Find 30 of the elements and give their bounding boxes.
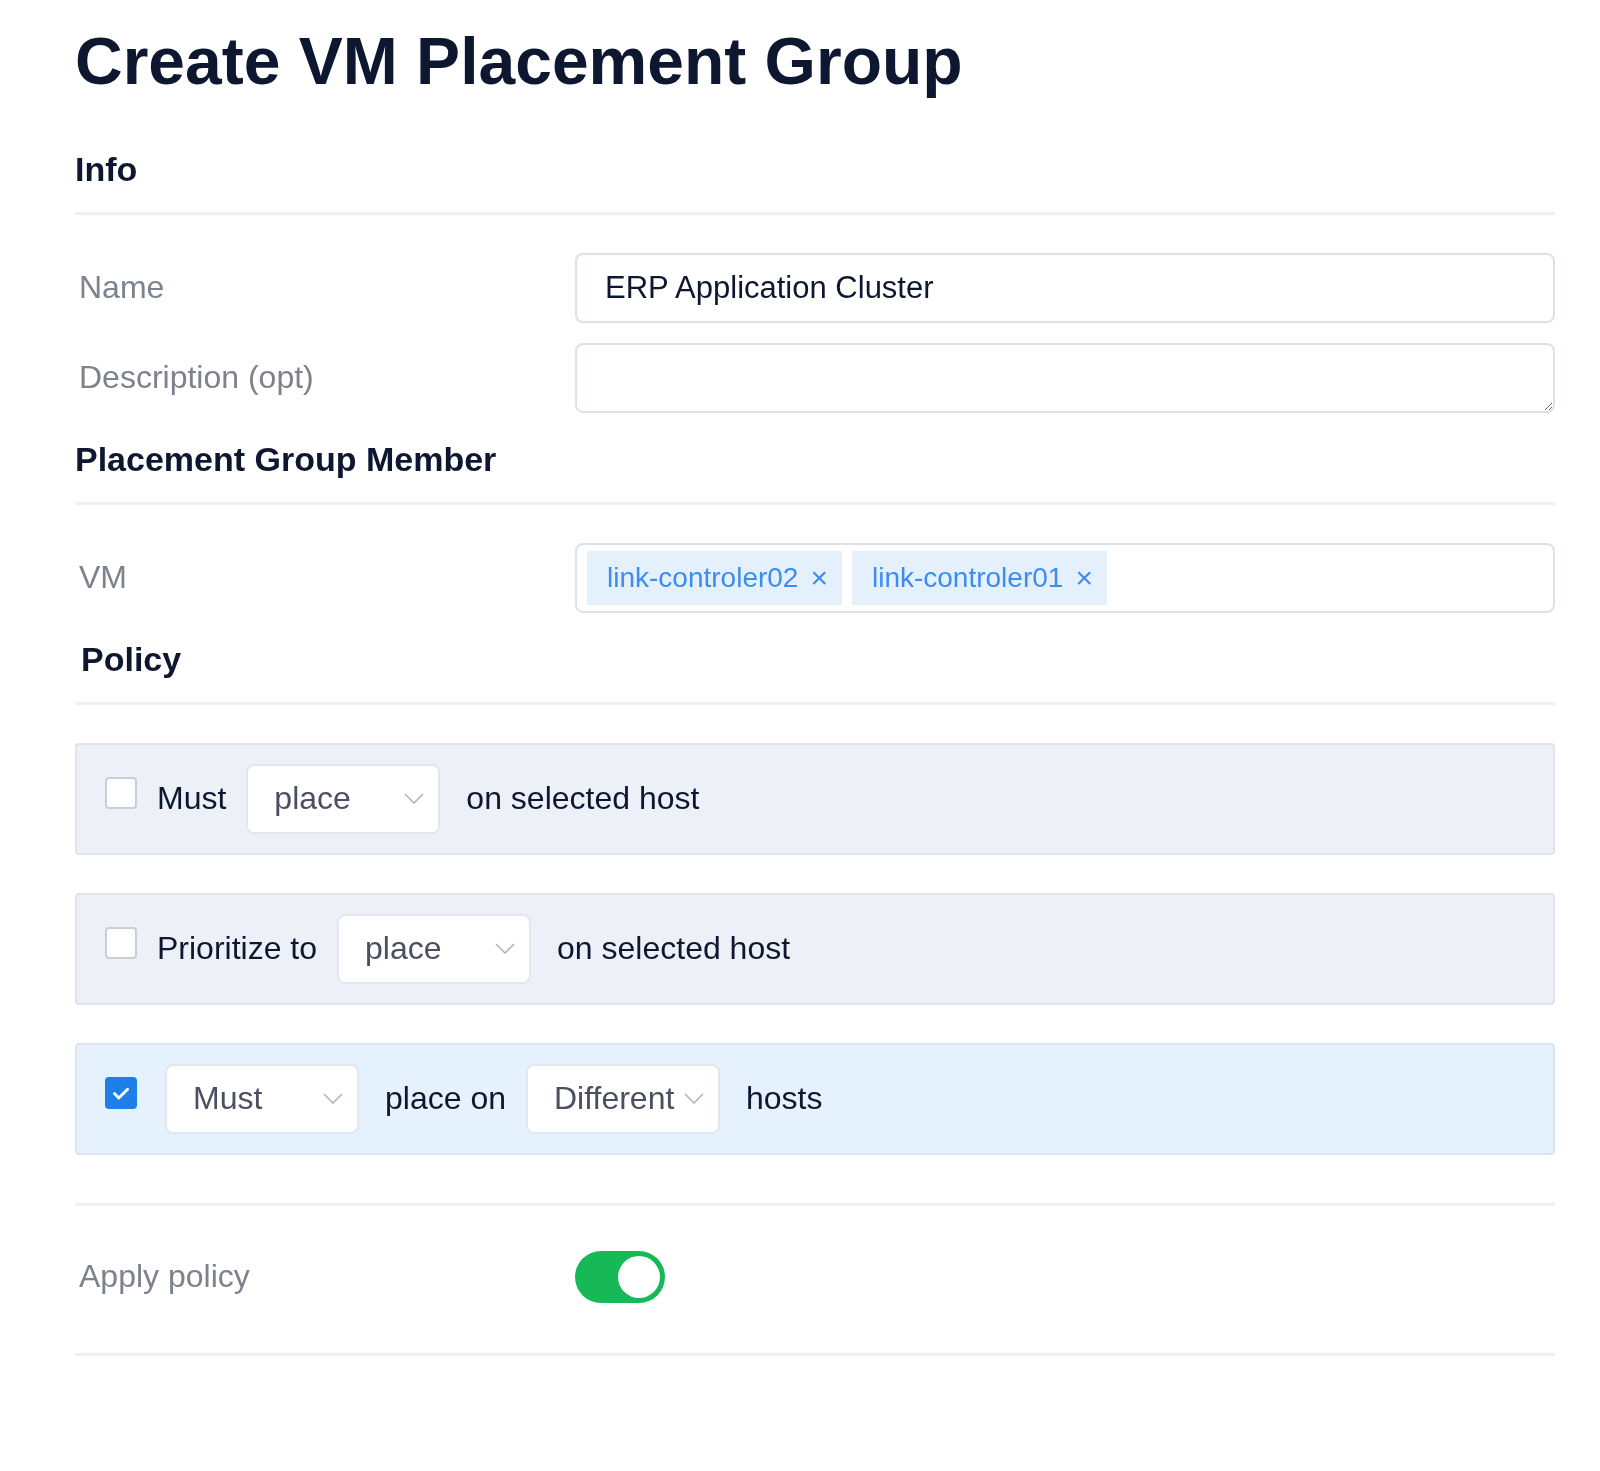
rule-checkbox[interactable] <box>105 776 137 809</box>
rule-dropdown[interactable]: Different <box>526 1063 720 1134</box>
rule-text: place on <box>385 1080 506 1118</box>
field-label: Description (opt) <box>78 359 315 397</box>
rule-text: Must <box>157 780 227 818</box>
page-title: Create VM Placement Group <box>75 23 964 100</box>
rule-checkbox[interactable] <box>105 926 137 959</box>
apply-policy-toggle[interactable] <box>575 1250 665 1303</box>
field-label: Name <box>78 269 166 307</box>
description-textarea[interactable] <box>575 343 1555 413</box>
section-heading: Placement Group Member <box>75 439 498 480</box>
rule-text: on selected host <box>557 930 791 968</box>
name-input[interactable]: ERP Application Cluster <box>575 253 1555 323</box>
chevron-down-icon <box>323 1092 343 1105</box>
rule-dropdown[interactable]: place <box>246 763 441 834</box>
section-heading: Policy <box>80 638 183 680</box>
rule-text: on selected host <box>466 780 700 818</box>
field-label: VM <box>78 559 128 597</box>
rule-dropdown[interactable]: Must <box>165 1063 359 1134</box>
chevron-down-icon <box>404 792 425 805</box>
rule-text: hosts <box>746 1080 823 1118</box>
rule-dropdown[interactable]: place <box>337 913 532 984</box>
rule-text: Prioritize to <box>157 930 318 968</box>
chevron-down-icon <box>684 1092 704 1105</box>
chevron-down-icon <box>495 942 516 955</box>
tag-label: link-controler01 <box>871 561 1064 594</box>
field-label: Apply policy <box>78 1258 251 1296</box>
section-heading: Info <box>75 149 139 190</box>
rule-checkbox[interactable] <box>105 1076 137 1109</box>
tag-label: link-controler02 <box>607 561 799 594</box>
